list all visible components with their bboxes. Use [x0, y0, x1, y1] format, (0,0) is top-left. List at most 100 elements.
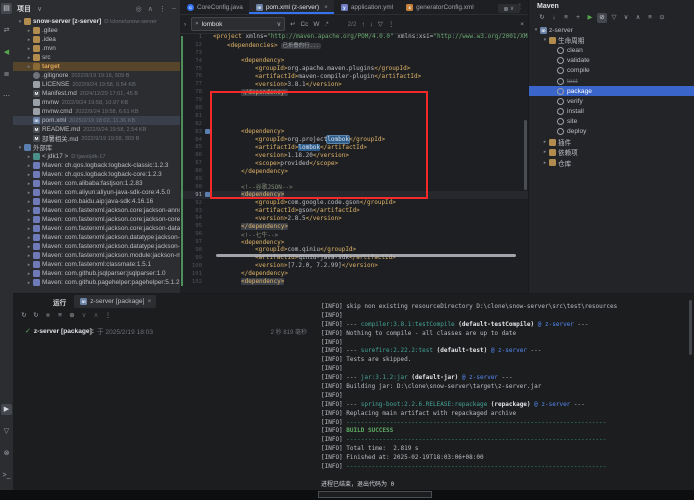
rerun-icon[interactable]: ↻	[19, 311, 29, 321]
tree-chevron-icon[interactable]: ▸	[542, 160, 548, 166]
editor-tab[interactable]: yapplication.yml	[334, 0, 399, 14]
plugin-green-arrow-icon[interactable]: ◀	[1, 47, 12, 58]
tree-row[interactable]: compile	[529, 66, 694, 76]
code-line[interactable]: 97<dependency>	[180, 238, 528, 246]
code-line[interactable]: 75<groupId>org.apache.maven.plugins</gro…	[180, 65, 528, 73]
search-history-icon[interactable]: ∨	[276, 20, 281, 28]
editor-horizontal-scrollbar[interactable]	[216, 254, 516, 257]
expand-icon[interactable]: ∨	[79, 311, 89, 321]
tree-row[interactable]: install	[529, 107, 694, 117]
editor-tab[interactable]: xgeneratorConfig.xml	[399, 0, 480, 14]
tree-row[interactable]: ▸src	[13, 53, 180, 62]
tree-chevron-icon[interactable]: ▸	[26, 37, 32, 43]
console-horizontal-scrollbar[interactable]	[318, 491, 432, 498]
tree-chevron-icon[interactable]: ▸	[26, 253, 32, 259]
tree-row[interactable]: ▸Maven: com.github.pagehelper:pagehelper…	[13, 278, 180, 287]
tree-row[interactable]: MManifest.md2024/12/29 17:01, 45 B	[13, 89, 180, 98]
filter-icon[interactable]: ▽	[378, 20, 383, 28]
tree-row[interactable]: ▸Maven: com.fasterxml.jackson.datatype:j…	[13, 242, 180, 251]
tree-chevron-icon[interactable]: ▾	[533, 27, 539, 33]
tree-row[interactable]: ▾snow-server [z-server]D:\clone\snow-ser…	[13, 17, 180, 26]
tree-row[interactable]: mvnw2022/9/24 19:58, 10.97 KB	[13, 98, 180, 107]
skip-tests-icon[interactable]: ⊘	[597, 13, 607, 23]
tree-chevron-icon[interactable]: ▸	[542, 139, 548, 145]
build-icon[interactable]: ⊗	[1, 448, 12, 459]
more-tool-windows-icon[interactable]: ⋯	[1, 91, 12, 102]
editor-vertical-scrollbar[interactable]	[524, 120, 527, 190]
prev-match-icon[interactable]: ↑	[362, 21, 365, 28]
code-line[interactable]: 22<dependencies>已折叠的行...	[180, 41, 528, 49]
tree-row[interactable]: ▸Maven: com.github.jsqlparser:jsqlparser…	[13, 269, 180, 278]
tree-chevron-icon[interactable]: ▸	[26, 208, 32, 214]
collapse-all-icon[interactable]: ∧	[633, 13, 643, 23]
gutter-icon[interactable]	[205, 129, 210, 134]
restore-layout-icon[interactable]: ≡	[55, 311, 65, 321]
tree-row[interactable]: ▸Maven: com.fasterxml.jackson.core:jacks…	[13, 224, 180, 233]
code-line[interactable]: 98<groupId>com.qiniu</groupId>	[180, 246, 528, 254]
tree-row[interactable]: ▸Maven: com.baidu.aip:java-sdk:4.16.16	[13, 197, 180, 206]
stop-icon[interactable]: ■	[43, 311, 53, 321]
tree-chevron-icon[interactable]: ▾	[542, 37, 548, 43]
code-line[interactable]: 73	[180, 49, 528, 57]
tree-chevron-icon[interactable]: ▸	[26, 235, 32, 241]
search-more-icon[interactable]: ⋮	[388, 20, 394, 28]
run-icon[interactable]: ▶	[1, 404, 12, 415]
tree-row[interactable]: deploy	[529, 127, 694, 137]
tree-row[interactable]: ▸仓库	[529, 157, 694, 167]
editor-tab[interactable]: mpom.xml (z-server)×	[249, 0, 334, 14]
tree-chevron-icon[interactable]: ▸	[26, 226, 32, 232]
tree-row[interactable]: ▸Maven: com.fasterxml.jackson.core:jacks…	[13, 215, 180, 224]
project-icon[interactable]: ▤	[1, 3, 12, 14]
tree-row[interactable]: ▸Maven: ch.qos.logback:logback-core:1.2.…	[13, 170, 180, 179]
run-result-row[interactable]: ✓ z-server [package]: 于 2025/2/19 18:03 …	[13, 326, 315, 336]
terminal-icon[interactable]: >_	[1, 470, 12, 481]
settings-icon[interactable]: ≡	[645, 13, 655, 23]
tree-row[interactable]: ▸Maven: com.fasterxml.jackson.module:jac…	[13, 251, 180, 260]
tree-chevron-icon[interactable]: ▾	[17, 145, 23, 151]
tree-chevron-icon[interactable]: ▾	[17, 19, 23, 25]
tree-chevron-icon[interactable]: ▸	[26, 172, 32, 178]
tree-chevron-icon[interactable]: ▸	[26, 154, 32, 160]
editor-tab[interactable]: cCoreConfig.java	[180, 0, 249, 14]
newline-icon[interactable]: ↵	[290, 20, 295, 28]
words-toggle[interactable]: W	[313, 21, 319, 28]
tree-chevron-icon[interactable]: ▸	[26, 190, 32, 196]
tree-row[interactable]: ▸Maven: ch.qos.logback:logback-classic:1…	[13, 161, 180, 170]
code-line[interactable]: 101</dependency>	[180, 270, 528, 278]
structure-icon[interactable]: ≣	[1, 69, 12, 80]
run-tab[interactable]: m z-server [package] ×	[74, 295, 156, 308]
gutter-icon[interactable]	[205, 192, 210, 197]
tree-row[interactable]: ▸Maven: com.fasterxml.jackson.core:jacks…	[13, 206, 180, 215]
close-tab-icon[interactable]: ×	[324, 4, 328, 11]
code-line[interactable]: 100<version>[7.2.0, 7.2.99]</version>	[180, 262, 528, 270]
hide-icon[interactable]: −	[172, 6, 176, 13]
execute-goal-icon[interactable]: ≡	[561, 13, 571, 23]
inspections-widget[interactable]: ∨	[498, 4, 520, 13]
tree-row[interactable]: ▸.idea	[13, 35, 180, 44]
expand-all-icon[interactable]: ∨	[621, 13, 631, 23]
code-line[interactable]: 92<groupId>com.google.code.gson</groupId…	[180, 199, 528, 207]
tree-row[interactable]: ▸.mvn	[13, 44, 180, 53]
tree-row[interactable]: ▸target	[13, 62, 180, 71]
tree-row[interactable]: validate	[529, 56, 694, 66]
collapse-all-icon[interactable]: ∧	[148, 6, 153, 13]
chevron-down-icon[interactable]: ∨	[37, 5, 42, 13]
code-line[interactable]: 102<dependency>	[180, 278, 528, 286]
tree-row[interactable]: ▸Maven: com.alibaba:fastjson:1.2.83	[13, 179, 180, 188]
tree-row[interactable]: M部署相关.md2022/9/19 19:58, 303 B	[13, 134, 180, 143]
tree-row[interactable]: ▸Maven: com.fasterxml:classmate:1.5.1	[13, 260, 180, 269]
tree-chevron-icon[interactable]: ▸	[26, 64, 32, 70]
tree-row[interactable]: mvnw.cmd2022/9/24 19:58, 6.61 KB	[13, 107, 180, 116]
tree-row[interactable]: ▸插件	[529, 137, 694, 147]
tree-chevron-icon[interactable]: ▸	[26, 181, 32, 187]
tree-chevron-icon[interactable]: ▸	[26, 280, 32, 286]
code-line[interactable]: 1<project xmlns="http://maven.apache.org…	[180, 33, 528, 41]
tree-row[interactable]: ▸< jdk17 >D:\java\jdk-17	[13, 152, 180, 161]
more-icon[interactable]: ⋮	[103, 311, 113, 321]
tree-chevron-icon[interactable]: ▸	[26, 163, 32, 169]
console-scrollbar[interactable]	[689, 300, 692, 355]
build-console[interactable]: [INFO] skip non existing resourceDirecto…	[315, 294, 694, 491]
tree-row[interactable]: ▸Maven: com.aliyun:aliyun-java-sdk-core:…	[13, 188, 180, 197]
maven-tree[interactable]: ▾mz-server▾生命周期cleanvalidatecompiletestp…	[529, 25, 694, 168]
tree-chevron-icon[interactable]: ▸	[26, 28, 32, 34]
